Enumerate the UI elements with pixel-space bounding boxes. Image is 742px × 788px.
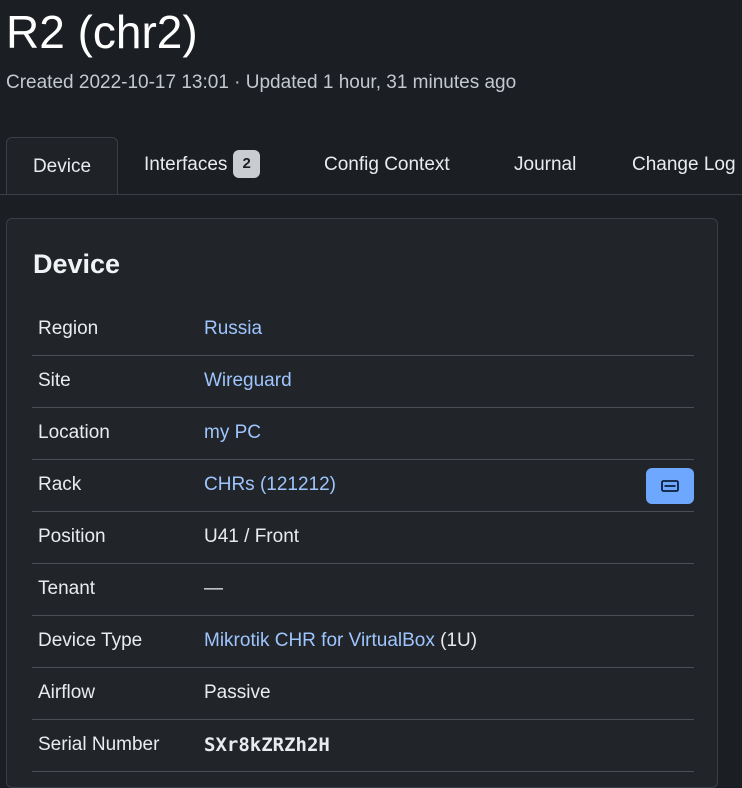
row-label: Airflow [32,667,204,720]
highlight-rack-button[interactable] [646,467,694,504]
tab-device[interactable]: Device [6,137,118,194]
tab-config-context[interactable]: Config Context [324,137,450,193]
tab-change-log-label: Change Log [632,154,736,175]
tab-bar: Device Interfaces 2 Config Context Journa… [0,137,742,195]
rack-icon [661,479,679,492]
row-label: Position [32,511,204,564]
site-link[interactable]: Wireguard [204,370,292,391]
table-row-rack: Rack CHRs (121212) [32,459,694,512]
tab-interfaces-label: Interfaces [144,154,228,175]
row-label: Location [32,407,204,460]
tab-journal[interactable]: Journal [514,137,576,193]
row-label: Tenant [32,563,204,616]
table-row-location: Location my PC [32,407,694,460]
region-link[interactable]: Russia [204,318,262,339]
table-row-serial-number: Serial Number SXr8kZRZh2H [32,719,694,772]
interfaces-count-badge: 2 [233,150,260,178]
page-meta: Created 2022-10-17 13:01 · Updated 1 hou… [6,72,517,93]
tab-journal-label: Journal [514,154,577,175]
rack-link[interactable]: CHRs (121212) [204,474,336,495]
page-title: R2 (chr2) [6,6,198,58]
device-card: Device Region Russia Site Wireguard Loca… [6,218,718,788]
tab-interfaces[interactable]: Interfaces 2 [144,137,260,193]
row-label: Region [32,303,204,356]
serial-number-value: SXr8kZRZh2H [204,719,694,772]
table-row-tenant: Tenant — [32,563,694,616]
table-row-position: Position U41 / Front [32,511,694,564]
table-row-site: Site Wireguard [32,355,694,408]
table-row-airflow: Airflow Passive [32,667,694,720]
row-label: Rack [32,459,204,512]
row-label: Device Type [32,615,204,668]
position-value: U41 / Front [204,511,694,564]
tab-change-log[interactable]: Change Log [632,137,736,193]
location-link[interactable]: my PC [204,422,261,443]
row-label: Site [32,355,204,408]
device-type-link[interactable]: Mikrotik CHR for VirtualBox [204,630,435,651]
tab-config-context-label: Config Context [324,154,450,175]
airflow-value: Passive [204,667,694,720]
table-row-region: Region Russia [32,303,694,356]
device-height: (1U) [440,630,478,651]
tenant-value: — [204,563,694,616]
device-attributes-table: Region Russia Site Wireguard Location my… [32,303,694,772]
tab-device-label: Device [32,156,92,177]
card-title: Device [33,249,121,279]
row-label: Serial Number [32,719,204,772]
table-row-device-type: Device Type Mikrotik CHR for VirtualBox … [32,615,694,668]
